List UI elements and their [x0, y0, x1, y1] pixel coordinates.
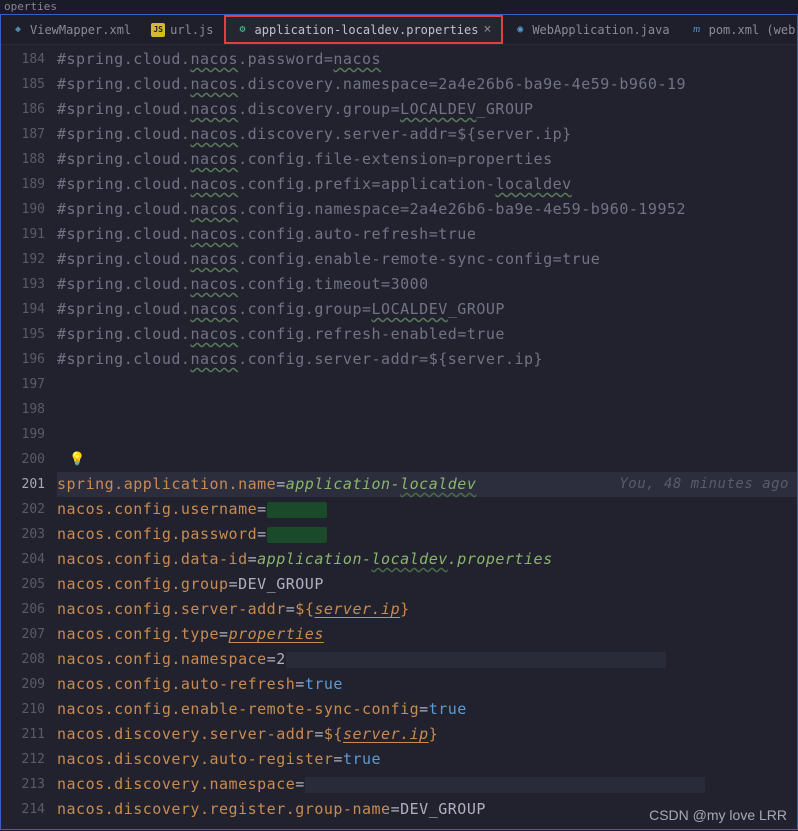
line-number: 201 — [1, 472, 45, 497]
line-number: 200 — [1, 447, 45, 472]
code-line[interactable]: nacos.config.username=x — [57, 497, 797, 522]
line-number: 214 — [1, 797, 45, 822]
code-line[interactable]: #spring.cloud.nacos.config.prefix=applic… — [57, 172, 797, 197]
code-line[interactable]: nacos.discovery.namespace=x — [57, 772, 797, 797]
line-number: 186 — [1, 97, 45, 122]
git-blame: You, 48 minutes ago — [619, 472, 789, 497]
tab-application-localdev-properties[interactable]: ⚙application-localdev.properties× — [224, 15, 504, 44]
line-number: 191 — [1, 222, 45, 247]
line-number: 197 — [1, 372, 45, 397]
line-number: 204 — [1, 547, 45, 572]
code-line[interactable] — [57, 397, 797, 422]
editor-frame: ◆ViewMapper.xmlJSurl.js⚙application-loca… — [0, 14, 798, 830]
tab-label: url.js — [170, 23, 213, 37]
line-number: 189 — [1, 172, 45, 197]
code-line[interactable]: nacos.config.auto-refresh=true — [57, 672, 797, 697]
tab-viewmapper-xml[interactable]: ◆ViewMapper.xml — [1, 15, 141, 44]
line-number: 188 — [1, 147, 45, 172]
redacted: x — [305, 777, 705, 793]
tab-pom-xml--web-[interactable]: mpom.xml (web) — [680, 15, 797, 44]
code-line[interactable]: #spring.cloud.nacos.config.timeout=3000 — [57, 272, 797, 297]
line-number: 212 — [1, 747, 45, 772]
line-number: 207 — [1, 622, 45, 647]
code-line[interactable]: #spring.cloud.nacos.config.server-addr=$… — [57, 347, 797, 372]
tab-webapplication-java[interactable]: ◉WebApplication.java — [503, 15, 679, 44]
code-line[interactable]: nacos.discovery.server-addr=${server.ip} — [57, 722, 797, 747]
redacted: x — [286, 652, 666, 668]
code-line[interactable]: nacos.config.data-id=application-localde… — [57, 547, 797, 572]
line-number: 213 — [1, 772, 45, 797]
code-line[interactable] — [57, 422, 797, 447]
code-area[interactable]: #spring.cloud.nacos.password=nacos#sprin… — [57, 45, 797, 829]
code-line[interactable] — [57, 372, 797, 397]
line-number: 210 — [1, 697, 45, 722]
tab-label: pom.xml (web) — [709, 23, 797, 37]
code-line[interactable]: nacos.config.namespace=2x — [57, 647, 797, 672]
line-number: 187 — [1, 122, 45, 147]
code-line[interactable]: nacos.discovery.auto-register=true — [57, 747, 797, 772]
line-number: 190 — [1, 197, 45, 222]
code-line[interactable]: 💡 — [57, 447, 797, 472]
line-number: 209 — [1, 672, 45, 697]
line-number: 185 — [1, 72, 45, 97]
code-line[interactable]: nacos.config.type=properties — [57, 622, 797, 647]
line-number: 208 — [1, 647, 45, 672]
line-number: 206 — [1, 597, 45, 622]
code-line[interactable]: #spring.cloud.nacos.password=nacos — [57, 47, 797, 72]
editor-body: 1841851861871881891901911921931941951961… — [1, 45, 797, 829]
line-number: 193 — [1, 272, 45, 297]
bulb-icon[interactable]: 💡 — [69, 447, 86, 472]
code-line[interactable]: spring.application.name=application-loca… — [57, 472, 797, 497]
line-number: 184 — [1, 47, 45, 72]
tab-label: application-localdev.properties — [255, 23, 479, 37]
code-line[interactable]: nacos.config.password=x — [57, 522, 797, 547]
code-line[interactable]: #spring.cloud.nacos.config.enable-remote… — [57, 247, 797, 272]
redacted: x — [267, 527, 327, 543]
code-line[interactable]: nacos.config.enable-remote-sync-config=t… — [57, 697, 797, 722]
line-number: 192 — [1, 247, 45, 272]
code-line[interactable]: #spring.cloud.nacos.discovery.group=LOCA… — [57, 97, 797, 122]
tab-bar: ◆ViewMapper.xmlJSurl.js⚙application-loca… — [1, 15, 797, 45]
line-number: 195 — [1, 322, 45, 347]
line-number: 203 — [1, 522, 45, 547]
code-line[interactable]: nacos.config.server-addr=${server.ip} — [57, 597, 797, 622]
line-number: 194 — [1, 297, 45, 322]
line-number: 199 — [1, 422, 45, 447]
tab-url-js[interactable]: JSurl.js — [141, 15, 223, 44]
redacted: x — [267, 502, 327, 518]
code-line[interactable]: #spring.cloud.nacos.config.namespace=2a4… — [57, 197, 797, 222]
code-line[interactable]: #spring.cloud.nacos.config.group=LOCALDE… — [57, 297, 797, 322]
watermark: CSDN @my love LRR — [649, 807, 787, 823]
code-line[interactable]: #spring.cloud.nacos.config.auto-refresh=… — [57, 222, 797, 247]
code-line[interactable]: #spring.cloud.nacos.config.file-extensio… — [57, 147, 797, 172]
line-number: 211 — [1, 722, 45, 747]
line-number: 196 — [1, 347, 45, 372]
title-bar: operties — [0, 0, 798, 14]
line-number: 202 — [1, 497, 45, 522]
code-line[interactable]: #spring.cloud.nacos.discovery.server-add… — [57, 122, 797, 147]
code-line[interactable]: #spring.cloud.nacos.config.refresh-enabl… — [57, 322, 797, 347]
line-number: 198 — [1, 397, 45, 422]
close-icon[interactable]: × — [483, 22, 491, 37]
code-line[interactable]: nacos.config.group=DEV_GROUP — [57, 572, 797, 597]
code-line[interactable]: #spring.cloud.nacos.discovery.namespace=… — [57, 72, 797, 97]
tab-label: ViewMapper.xml — [30, 23, 131, 37]
gutter: 1841851861871881891901911921931941951961… — [1, 45, 57, 829]
line-number: 205 — [1, 572, 45, 597]
tab-label: WebApplication.java — [532, 23, 669, 37]
